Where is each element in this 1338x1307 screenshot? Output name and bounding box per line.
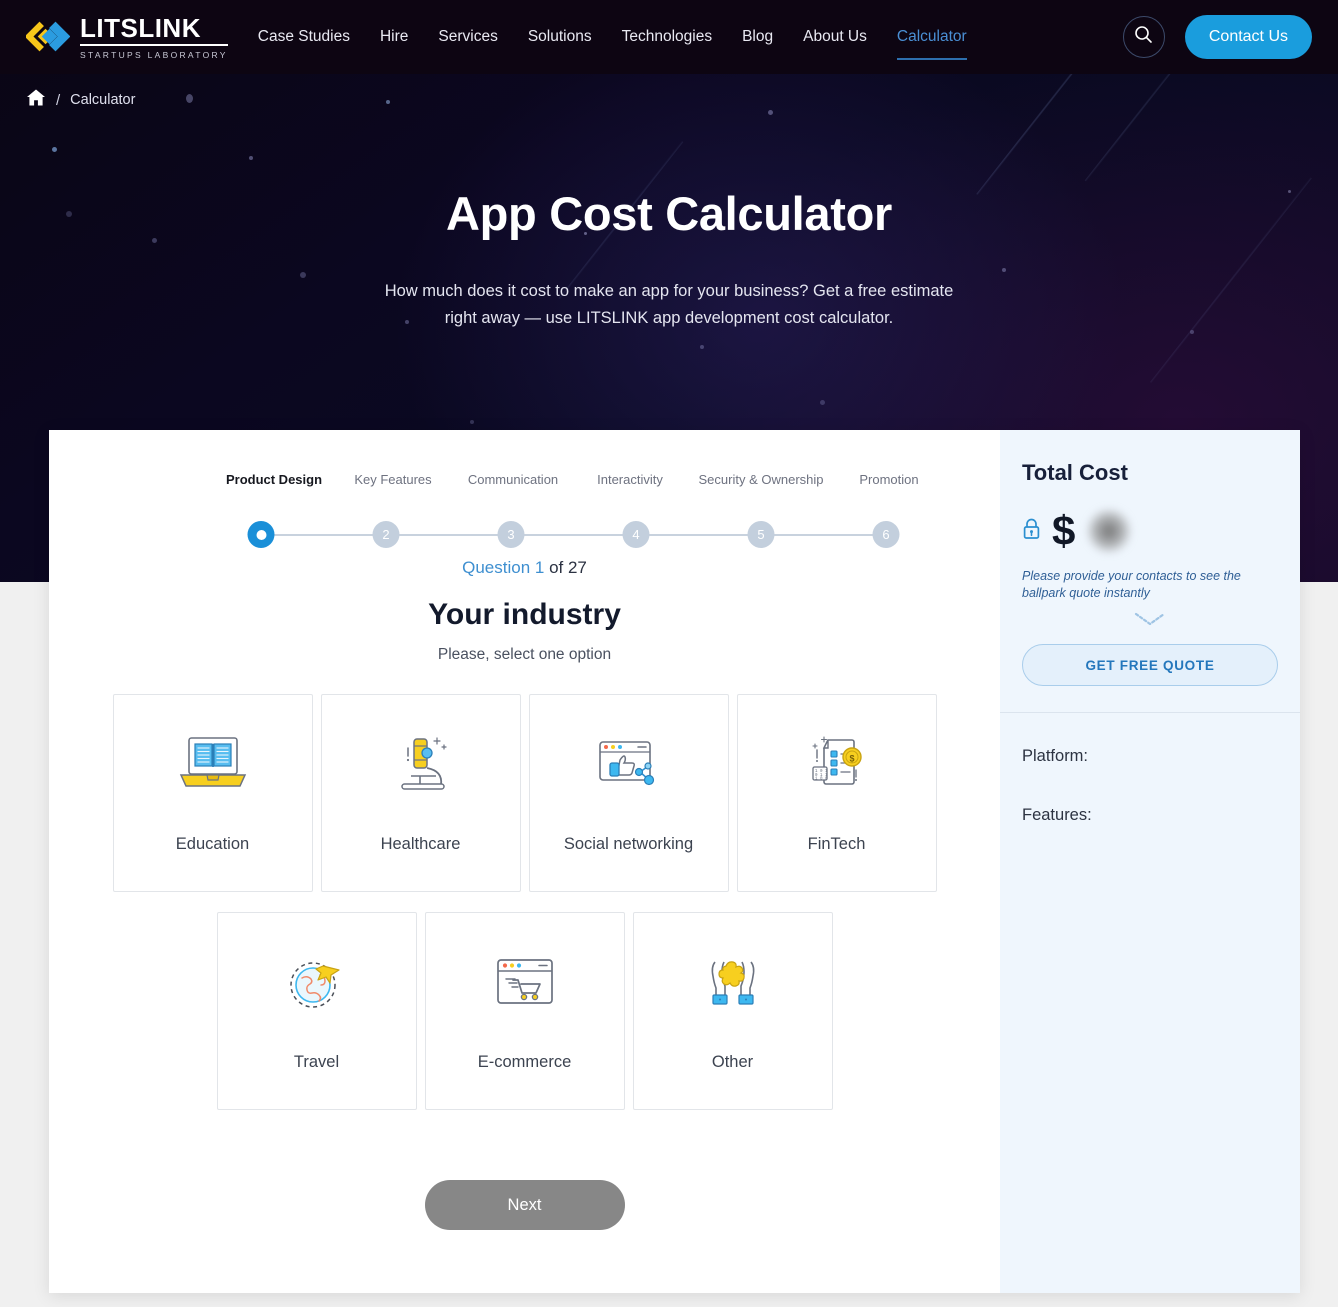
main-navbar: LITSLINK STARTUPS LABORATORY Case Studie…	[0, 0, 1338, 74]
page-subtitle: How much does it cost to make an app for…	[384, 282, 954, 327]
total-cost-value-row: $	[1022, 508, 1278, 554]
litslink-diamond-logo-icon	[24, 16, 71, 58]
invoice-coin-icon: $ 1 0 10 1 11 0 0	[738, 695, 936, 835]
laptop-book-icon	[114, 695, 312, 835]
stepper-node-5[interactable]: 5	[747, 521, 775, 548]
microscope-icon	[322, 695, 520, 835]
stepper-track	[261, 534, 887, 536]
chevron-down-dotted-icon	[1022, 610, 1278, 628]
option-label-e-commerce: E-commerce	[477, 1053, 572, 1071]
nav-link-case-studies[interactable]: Case Studies	[258, 6, 350, 68]
option-card-other[interactable]: Other	[632, 912, 833, 1110]
home-icon[interactable]	[26, 88, 46, 112]
option-label-fintech: FinTech	[807, 835, 866, 853]
option-cards-row-1: Education Healthcare Social networking $…	[49, 694, 1000, 892]
option-label-education: Education	[175, 835, 250, 853]
logo-wordmark: LITSLINK	[80, 15, 228, 46]
question-counter: Question 1 of 27	[49, 558, 1000, 578]
question-title: Your industry	[428, 598, 621, 631]
next-button-wrap: Next	[49, 1180, 1000, 1230]
total-cost-note: Please provide your contacts to see the …	[1022, 569, 1241, 600]
search-button[interactable]	[1122, 16, 1165, 58]
question-counter-total: of 27	[544, 558, 587, 577]
search-icon	[1134, 25, 1153, 49]
svg-text:$: $	[849, 754, 854, 764]
option-cards-row-2: Travel E-commerce Other	[49, 912, 1000, 1110]
option-label-social-networking: Social networking	[563, 835, 694, 853]
page-title: App Cost Calculator	[445, 187, 893, 240]
progress-stepper: Product Design Key Features Communicatio…	[49, 462, 1000, 552]
nav-link-blog[interactable]: Blog	[742, 6, 773, 68]
nav-link-calculator[interactable]: Calculator	[896, 6, 967, 68]
option-card-education[interactable]: Education	[112, 694, 313, 892]
stepper-label-product-design[interactable]: Product Design	[226, 472, 322, 487]
navbar-actions: Contact Us	[1122, 15, 1312, 59]
stepper-node-4[interactable]: 4	[622, 521, 650, 548]
summary-field-platform: Platform:	[1022, 747, 1089, 765]
breadcrumb-separator: /	[56, 91, 61, 109]
total-cost-block: Total Cost $ Please provide your contact…	[1000, 430, 1300, 712]
currency-symbol: $	[1052, 507, 1076, 554]
calculator-main: Product Design Key Features Communicatio…	[49, 430, 1000, 1293]
lock-icon	[1022, 517, 1041, 545]
nav-link-about-us[interactable]: About Us	[803, 6, 867, 68]
stepper-label-communication[interactable]: Communication	[468, 472, 558, 487]
stepper-label-security-ownership[interactable]: Security & Ownership	[699, 472, 824, 487]
summary-field-features: Features:	[1022, 806, 1092, 824]
hidden-cost-value	[1086, 508, 1133, 554]
option-label-healthcare: Healthcare	[380, 835, 461, 853]
stepper-node-1[interactable]	[247, 521, 275, 548]
calculator-panel: Product Design Key Features Communicatio…	[49, 430, 1300, 1293]
question-counter-number: Question 1	[462, 558, 545, 577]
total-cost-sidebar: Total Cost $ Please provide your contact…	[1000, 430, 1300, 1293]
option-card-healthcare[interactable]: Healthcare	[320, 694, 521, 892]
nav-links: Case Studies Hire Services Solutions Tec…	[258, 6, 967, 68]
svg-text:1 0 0: 1 0 0	[815, 778, 828, 782]
option-card-social-networking[interactable]: Social networking	[528, 694, 729, 892]
nav-link-solutions[interactable]: Solutions	[528, 6, 592, 68]
option-label-other: Other	[711, 1053, 754, 1071]
question-hint: Please, select one option	[437, 646, 612, 663]
option-card-e-commerce[interactable]: E-commerce	[424, 912, 625, 1110]
globe-airplane-icon	[218, 913, 416, 1053]
stepper-label-key-features[interactable]: Key Features	[354, 472, 431, 487]
logo[interactable]: LITSLINK STARTUPS LABORATORY	[24, 15, 228, 60]
stepper-label-interactivity[interactable]: Interactivity	[597, 472, 663, 487]
breadcrumb-current: Calculator	[70, 92, 136, 108]
contact-us-button[interactable]: Contact Us	[1184, 15, 1312, 59]
stepper-node-2[interactable]: 2	[372, 521, 400, 548]
option-label-travel: Travel	[293, 1053, 340, 1071]
nav-link-services[interactable]: Services	[438, 6, 497, 68]
get-free-quote-button[interactable]: GET FREE QUOTE	[1022, 644, 1278, 686]
logo-tagline: STARTUPS LABORATORY	[80, 49, 228, 60]
next-button[interactable]: Next	[424, 1180, 625, 1230]
stepper-node-6[interactable]: 6	[872, 521, 900, 548]
nav-link-technologies[interactable]: Technologies	[622, 6, 712, 68]
stepper-node-3[interactable]: 3	[497, 521, 525, 548]
breadcrumb: / Calculator	[26, 88, 135, 112]
page-root: LITSLINK STARTUPS LABORATORY Case Studie…	[0, 0, 1338, 1307]
option-card-fintech[interactable]: $ 1 0 10 1 11 0 0 FinTech	[736, 694, 937, 892]
stepper-label-promotion[interactable]: Promotion	[859, 472, 918, 487]
total-cost-title: Total Cost	[1022, 460, 1128, 485]
hands-puzzle-icon	[634, 913, 832, 1053]
browser-thumbs-up-icon	[530, 695, 728, 835]
browser-cart-icon	[426, 913, 624, 1053]
stepper-labels: Product Design Key Features Communicatio…	[49, 472, 1000, 492]
option-card-travel[interactable]: Travel	[216, 912, 417, 1110]
summary-fields: Platform: Features:	[1000, 713, 1300, 825]
nav-link-hire[interactable]: Hire	[380, 6, 408, 68]
stepper-active-dot	[256, 529, 266, 540]
